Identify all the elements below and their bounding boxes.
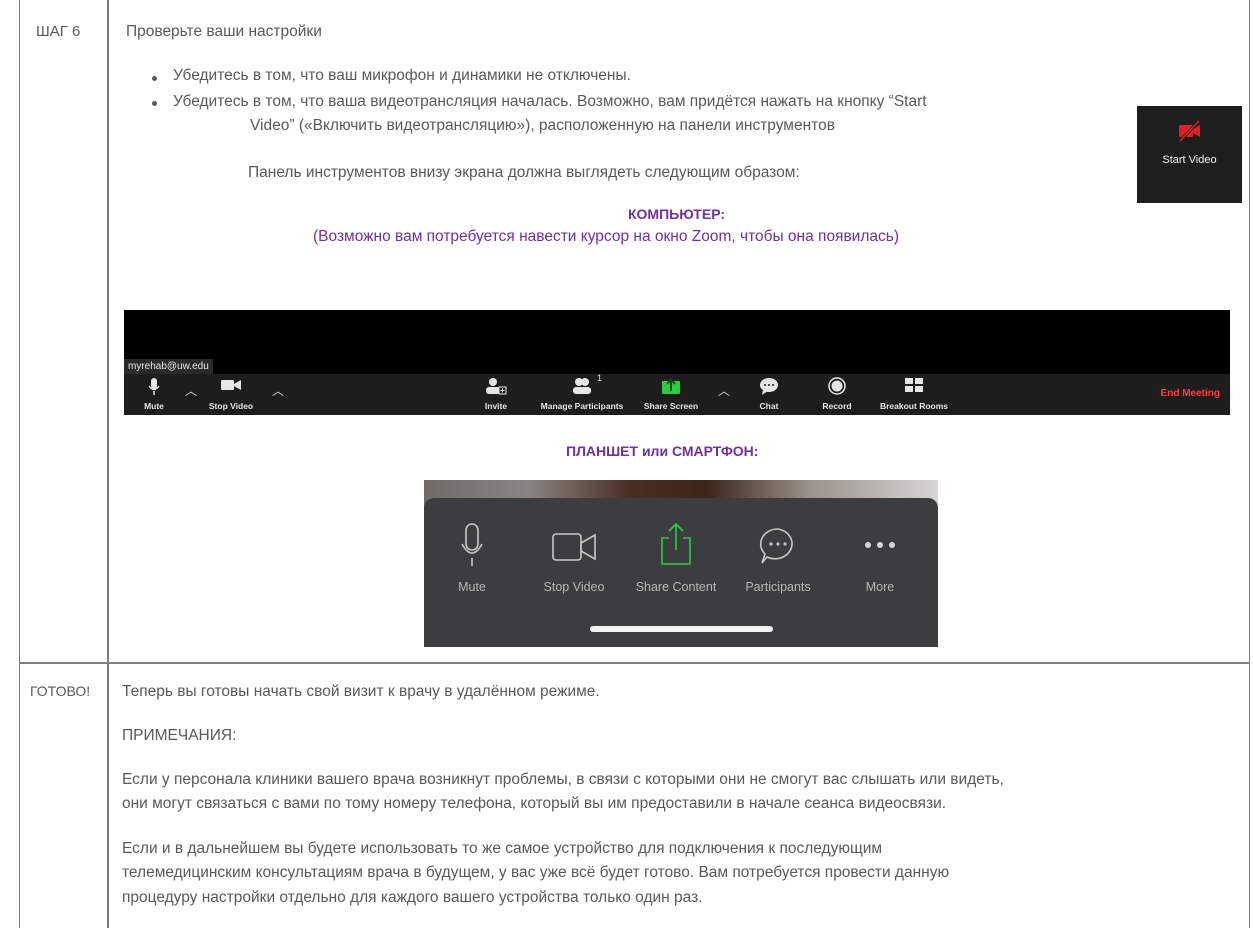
chat-bubble-icon	[760, 378, 778, 395]
tablet-heading: ПЛАНШЕТ или СМАРТФОН:	[566, 443, 759, 459]
table-left-border	[19, 0, 20, 928]
chevron-up-icon[interactable]: ︿	[272, 382, 284, 399]
mute-label: Mute	[458, 580, 486, 594]
step6-title: Проверьте ваши настройки	[126, 23, 322, 40]
record-icon	[828, 377, 846, 395]
bullet-mic-speakers: Убедитесь в том, что ваш микрофон и дина…	[173, 67, 631, 84]
more-label: More	[865, 580, 895, 594]
stop-video-label: Stop Video	[543, 580, 605, 594]
start-video-label: Start Video	[1162, 154, 1217, 166]
mobile-toolbar: Mute Stop Video Share Content Participan…	[424, 498, 938, 647]
chat-bubble-icon	[759, 528, 793, 564]
participants-count: 1	[597, 373, 603, 383]
chevron-up-icon[interactable]: ︿	[718, 382, 730, 399]
manage-participants-label: Manage Participants	[540, 401, 624, 411]
add-person-icon	[486, 378, 507, 395]
step6-label: ШАГ 6	[36, 23, 81, 40]
table-row-divider	[19, 662, 1250, 664]
mute-button[interactable]: Mute	[136, 377, 172, 413]
video-off-icon	[1178, 119, 1201, 143]
table-right-border	[1249, 0, 1250, 928]
record-label: Record	[822, 401, 852, 411]
bullet-video-line2: Video” («Включить видеотрансляцию»), рас…	[250, 117, 835, 134]
invite-button[interactable]: Invite	[476, 377, 516, 413]
chat-button[interactable]: Chat	[744, 377, 794, 413]
stop-video-label: Stop Video	[208, 401, 254, 411]
bullet-dot	[152, 76, 157, 81]
desktop-toolbar: Mute ︿ Stop Video ︿ Invite 1 Manage Part…	[124, 373, 1230, 415]
start-video-icon-image: Start Video	[1137, 106, 1242, 203]
breakout-rooms-label: Breakout Rooms	[879, 401, 948, 411]
share-screen-button[interactable]: Share Screen	[636, 377, 706, 413]
mute-label: Mute	[144, 401, 164, 411]
notes-heading: ПРИМЕЧАНИЯ:	[122, 727, 237, 744]
microphone-icon	[461, 523, 483, 566]
done-ready-text: Теперь вы готовы начать свой визит к вра…	[122, 683, 600, 700]
breakout-rooms-icon	[905, 378, 923, 392]
note1-line2: они могут связаться с вами по тому номер…	[122, 795, 947, 812]
participants-label: Participants	[745, 580, 811, 594]
share-icon	[661, 522, 691, 565]
video-camera-icon	[221, 380, 241, 390]
record-button[interactable]: Record	[812, 377, 862, 413]
note2-line2: телемедицинским консультациям врача в бу…	[122, 864, 950, 881]
share-screen-label: Share Screen	[643, 401, 699, 411]
bullet-dot	[152, 101, 157, 106]
stop-video-button[interactable]: Stop Video	[202, 377, 260, 413]
note2-line3: процедуру настройки отдельно для каждого…	[122, 889, 703, 906]
breakout-rooms-button[interactable]: Breakout Rooms	[868, 377, 960, 413]
home-indicator	[590, 626, 773, 632]
share-content-label: Share Content	[635, 580, 717, 594]
computer-heading: КОМПЬЮТЕР:	[628, 206, 726, 222]
done-label: ГОТОВО!	[30, 683, 91, 699]
user-email-tag: myrehab@uw.edu	[124, 359, 213, 374]
chat-label: Chat	[759, 401, 779, 411]
note1-line1: Если у персонала клиники вашего врача во…	[122, 771, 1004, 788]
share-screen-icon	[662, 377, 680, 394]
participants-icon	[573, 378, 591, 394]
table-column-divider	[107, 0, 109, 928]
invite-label: Invite	[484, 401, 508, 411]
computer-note: (Возможно вам потребуется навести курсор…	[313, 228, 899, 245]
mobile-toolbar-screenshot: Mute Stop Video Share Content Participan…	[424, 480, 938, 647]
chevron-up-icon[interactable]: ︿	[185, 382, 197, 399]
note2-line1: Если и в дальнейшем вы будете использова…	[122, 840, 883, 857]
bullet-video-line1: Убедитесь в том, что ваша видеотрансляци…	[173, 93, 927, 110]
more-dots-icon	[865, 542, 895, 548]
end-meeting-button[interactable]: End Meeting	[1161, 388, 1220, 399]
video-camera-icon	[552, 533, 596, 561]
microphone-icon	[148, 378, 160, 395]
toolbar-note: Панель инструментов внизу экрана должна …	[248, 164, 800, 181]
desktop-toolbar-screenshot: myrehab@uw.edu Mute ︿ Stop Video ︿ Invit…	[124, 310, 1230, 423]
manage-participants-button[interactable]: 1 Manage Participants	[529, 373, 635, 413]
